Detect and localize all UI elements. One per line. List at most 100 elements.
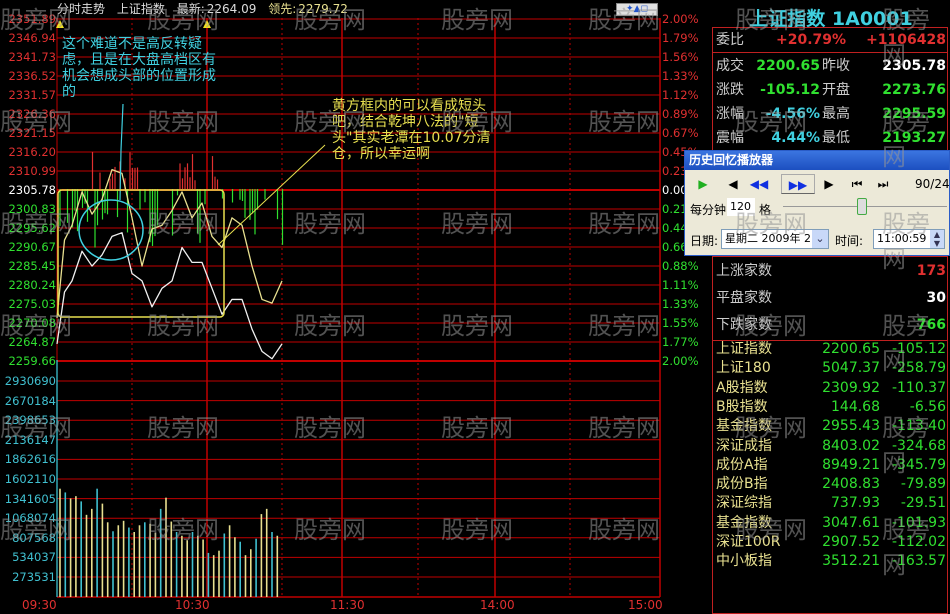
volume-tick: 534037 [12,550,56,565]
index-name: 深证成指 [716,437,772,454]
speed-slider-thumb[interactable] [856,198,867,215]
index-row[interactable]: 上证指数 2200.65 -105.12 [716,340,950,359]
price-tick: 2280.24 [8,278,56,292]
time-label: 时间: [835,234,864,248]
volume-tick: 1341605 [4,491,56,506]
price-tick: 2295.62 [8,221,56,235]
index-name: 上证180 [716,360,771,377]
volume-tick: 2136147 [4,432,56,447]
speed-input[interactable]: 120 [727,198,755,216]
skip-start-icon[interactable]: ⏮ [845,174,869,194]
index-row[interactable]: 深证成指 8403.02 -324.68 [716,437,950,456]
yellow-arrow-line [217,144,326,246]
marker-triangle-icon [203,20,211,28]
quote-row: 震幅 4.44% 最低 2193.27 [716,127,950,149]
index-value: 3047.61 [822,514,880,531]
lead-line [56,168,283,319]
percent-tick: 0.89% [662,107,699,121]
speed-label: 每分钟 [690,203,727,217]
volume-tick: 1862616 [4,452,56,467]
index-value: 5047.37 [822,360,880,377]
price-tick: 2270.08 [8,316,56,330]
price-tick: 2321.15 [8,126,56,140]
index-change: -258.79 [891,360,946,377]
quote-label: 最低 [822,130,850,146]
time-input[interactable]: 11:00:59 ▲ ▼ [873,229,945,249]
volume-tick: 2930690 [4,374,56,388]
percent-tick: 0.88% [662,259,699,273]
index-row[interactable]: 中小板指 3512.21 -163.57 [716,552,950,571]
index-name: 基金指数 [716,514,772,531]
price-tick: 2326.36 [8,107,56,121]
step-back-icon[interactable]: ◀ [721,174,745,194]
quote-row: 涨幅 -4.56% 最高 2295.59 [716,103,950,125]
price-tick: 2305.78 [8,183,56,197]
yellow-annotation: 黄方框内的可以看成短头吧，结合乾坤八法的"短头"其实老潭在10.07分清仓，所以… [332,98,491,162]
time-tick: 14:00 [480,598,515,612]
step-forward-icon[interactable]: ▶ [817,174,841,194]
breadth-label: 下跌家数 [716,317,772,333]
skip-end-icon[interactable]: ⏭ [871,174,895,194]
percent-tick: 1.33% [662,69,699,83]
volume-tick: 807568 [12,530,56,545]
index-row[interactable]: 成份B指 2408.83 -79.89 [716,475,950,494]
volume-tick: 1068074 [4,511,56,526]
index-change: -324.68 [891,437,946,454]
index-change: -163.57 [891,553,946,570]
percent-tick: 1.55% [662,316,699,330]
quote-label: 涨跌 [716,82,744,98]
breadth-value: 30 [926,290,946,306]
index-row[interactable]: B股指数 144.68 -6.56 [716,398,950,417]
percent-tick: 1.11% [662,278,699,292]
price-tick: 2275.03 [8,297,56,311]
quote-label: 成交 [716,58,744,74]
time-tick: 09:30 [22,598,57,612]
index-row[interactable]: 基金指数 2955.43 -113.40 [716,417,950,436]
quote-label: 开盘 [822,82,850,98]
play-icon[interactable]: ▶ [691,174,715,194]
chevron-down-icon[interactable]: ⌄ [812,230,828,248]
window-icons[interactable]: ✦▲◻ [616,3,658,16]
price-tick: 2259.66 [8,354,56,368]
fast-forward-icon[interactable]: ▶▶ [781,174,815,194]
breadth-value: 173 [916,263,946,279]
breadth-row: 下跌家数 766 [716,312,950,339]
index-name: 深证综指 [716,495,772,512]
breadth-row: 平盘家数 30 [716,285,950,312]
quote-value: 2200.65 [756,58,820,74]
percent-tick: 0.67% [662,126,699,140]
index-row[interactable]: A股指数 2309.92 -110.37 [716,379,950,398]
spinner-icon[interactable]: ▲ ▼ [930,230,944,248]
percent-tick: 1.79% [662,31,699,45]
index-row[interactable]: 成份A指 8949.21 -345.79 [716,456,950,475]
index-name: 成份A指 [716,456,768,473]
index-name: 上证指数 [716,341,772,357]
rewind-icon[interactable]: ◀◀ [747,174,771,194]
breadth-value: 766 [916,317,946,333]
latest-value: 2264.09 [206,2,257,16]
percent-tick: 1.12% [662,88,699,102]
index-name: B股指数 [716,398,768,415]
index-row[interactable]: 深证100R 2907.52 -112.02 [716,533,950,552]
index-value: 8403.02 [822,437,880,454]
time-tick: 10:30 [175,598,210,612]
percent-tick: 1.77% [662,335,699,349]
date-select[interactable]: 星期二 2009年 2 ⌄ [721,229,829,249]
price-tick: 2285.45 [8,259,56,273]
index-change: -29.51 [900,495,946,512]
index-row[interactable]: 基金指数 3047.61 -101.93 [716,514,950,533]
volume-tick: 2398653 [4,413,56,428]
index-value: 8949.21 [822,456,880,473]
time-value: 11:00:59 [877,232,927,245]
quote-value: 2193.27 [882,130,946,146]
lead-label: 领先: [268,2,297,16]
index-row[interactable]: 深证综指 737.93 -29.51 [716,494,950,513]
replay-progress: 90/241 [915,177,950,191]
index-row[interactable]: 上证180 5047.37 -258.79 [716,359,950,378]
quote-value: 2295.59 [882,106,946,122]
index-name: 中小板指 [716,553,772,570]
index-value: 2907.52 [822,534,880,550]
history-replay-dialog[interactable]: 历史回忆播放器 ▶ ◀ ◀◀ ▶▶ ▶ ⏮ ⏭ 90/241 每分钟 120 格… [684,150,950,256]
quote-value: 2305.78 [882,58,946,74]
quote-row: 涨跌 -105.12 开盘 2273.76 [716,79,950,101]
